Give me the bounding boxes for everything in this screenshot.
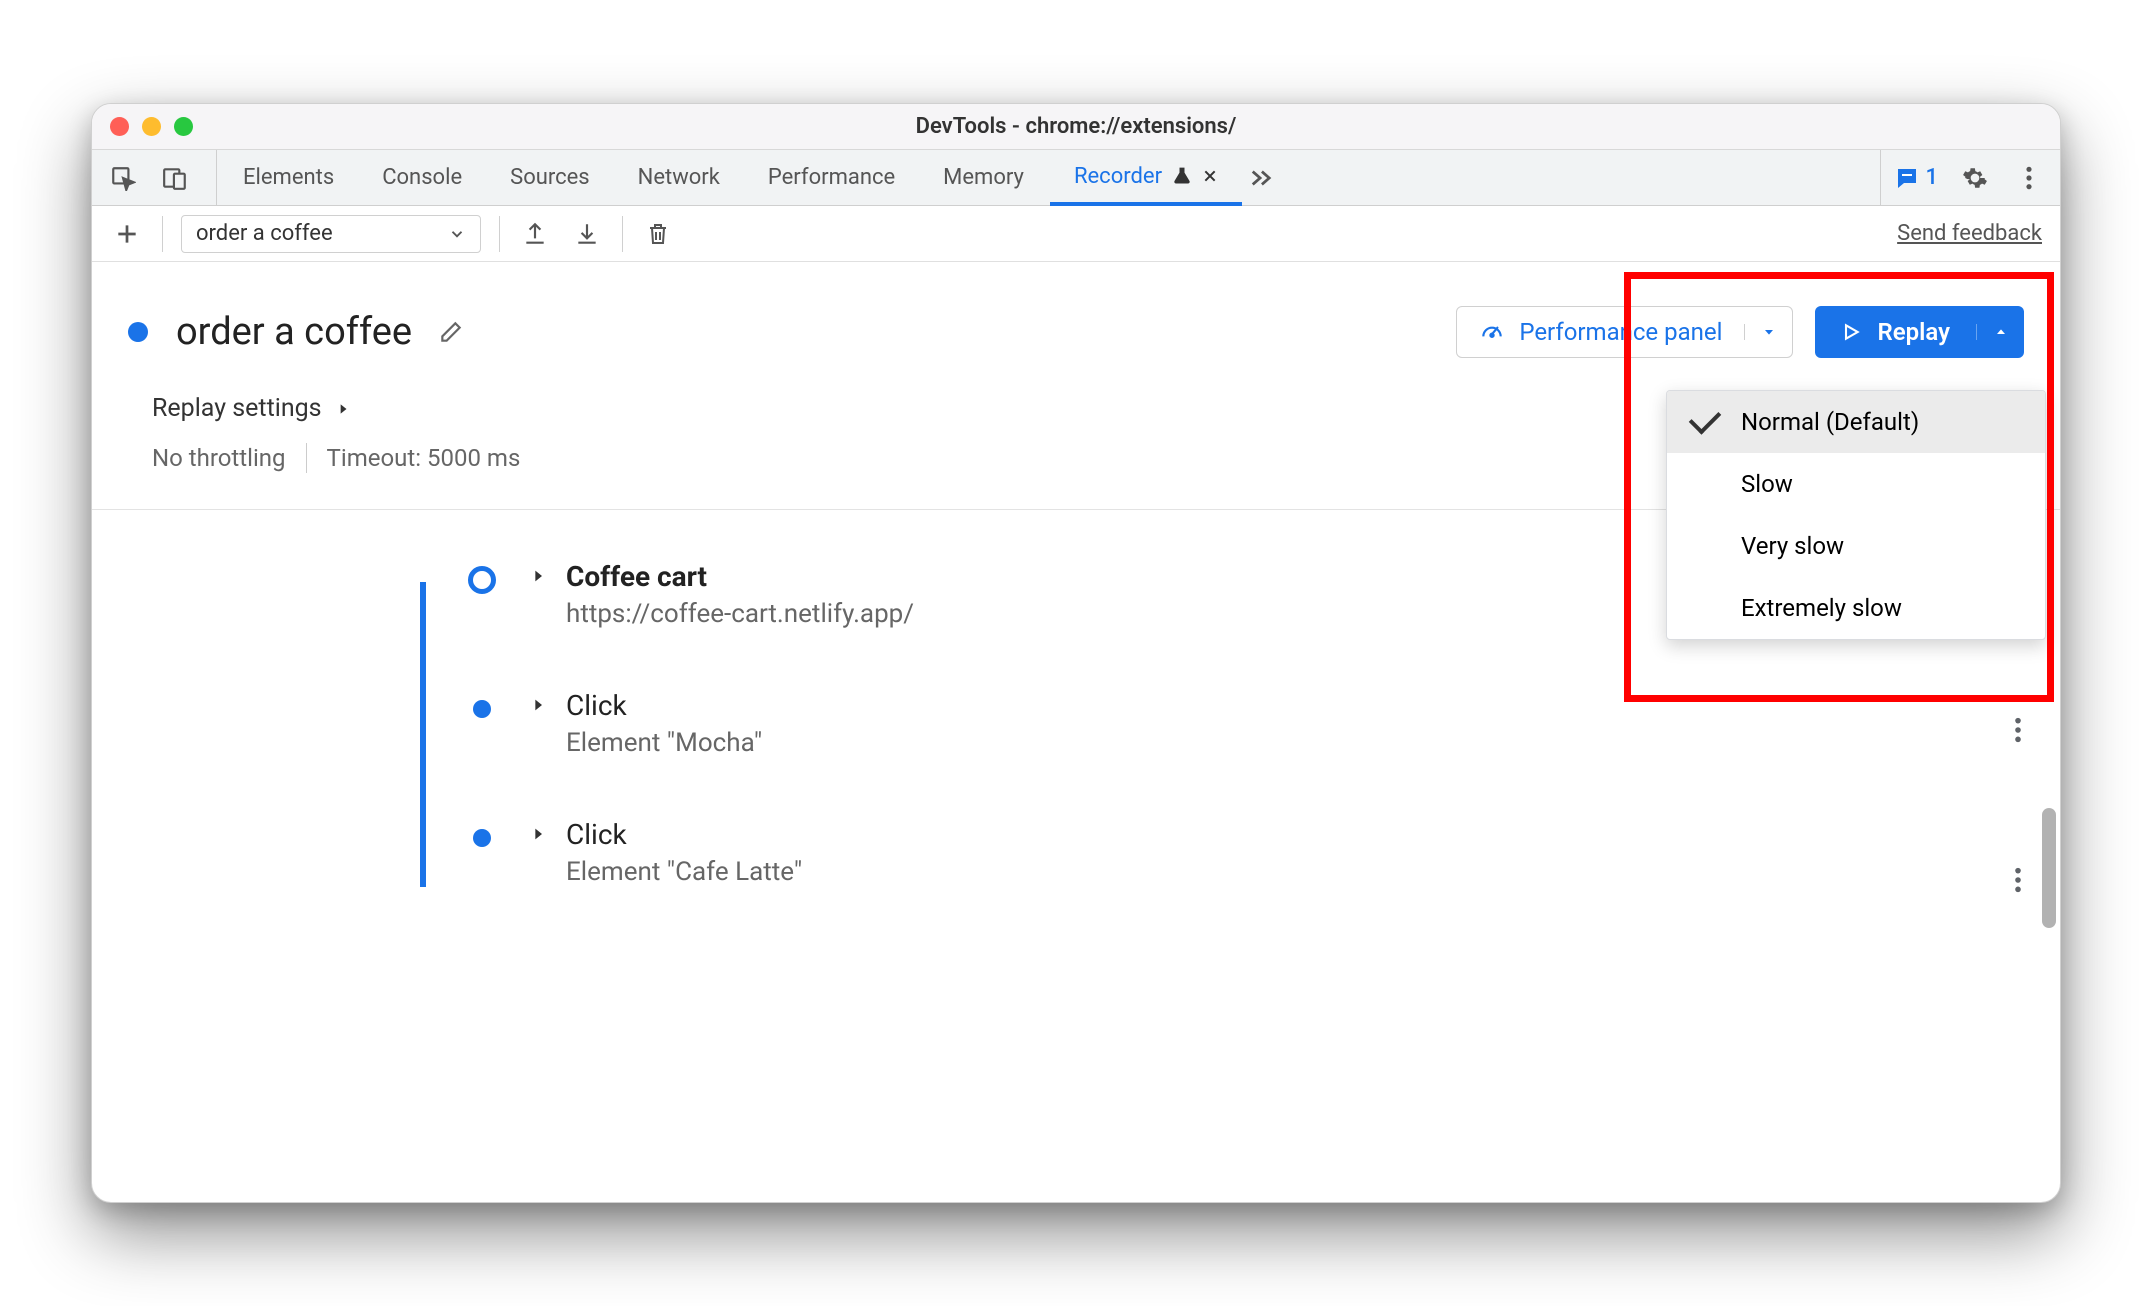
replay-speed-option[interactable]: Very slow bbox=[1667, 515, 2045, 577]
settings-icon[interactable] bbox=[1958, 161, 1992, 195]
replay-button-label: Replay bbox=[1877, 318, 1950, 346]
performance-panel-button[interactable]: Performance panel bbox=[1456, 306, 1793, 358]
tab-recorder-label: Recorder bbox=[1074, 164, 1162, 189]
tab-recorder[interactable]: Recorder bbox=[1050, 150, 1242, 206]
step-title: Click bbox=[566, 689, 762, 722]
import-icon[interactable] bbox=[570, 217, 604, 251]
step-item: Click Element "Mocha" bbox=[420, 689, 2000, 758]
step-item: Click Element "Cafe Latte" bbox=[420, 818, 2000, 887]
step-more-icon[interactable] bbox=[2014, 716, 2022, 748]
minimize-window-button[interactable] bbox=[142, 117, 161, 136]
chevron-down-icon bbox=[448, 225, 466, 243]
performance-panel-dropdown[interactable] bbox=[1744, 324, 1792, 340]
step-subtitle: Element "Cafe Latte" bbox=[566, 857, 802, 887]
devtools-window: DevTools - chrome://extensions/ Elements… bbox=[91, 103, 2061, 1203]
step-marker bbox=[468, 566, 496, 594]
divider bbox=[306, 443, 307, 473]
timeout-value: Timeout: 5000 ms bbox=[327, 444, 521, 472]
close-tab-icon[interactable] bbox=[1202, 168, 1218, 184]
replay-speed-option[interactable]: Normal (Default) bbox=[1667, 391, 2045, 453]
recording-header: order a coffee Performance panel Replay bbox=[92, 262, 2060, 394]
chevron-right-icon bbox=[336, 400, 350, 418]
replay-settings-label: Replay settings bbox=[152, 394, 322, 423]
recording-title: order a coffee bbox=[176, 310, 412, 354]
expand-step-icon[interactable] bbox=[530, 824, 546, 848]
tab-elements[interactable]: Elements bbox=[219, 150, 358, 205]
recorder-main: order a coffee Performance panel Replay bbox=[92, 262, 2060, 1202]
replay-button[interactable]: Replay bbox=[1815, 306, 2024, 358]
maximize-window-button[interactable] bbox=[174, 117, 193, 136]
edit-title-icon[interactable] bbox=[434, 315, 468, 349]
expand-step-icon[interactable] bbox=[530, 566, 546, 590]
performance-panel-label: Performance panel bbox=[1519, 318, 1722, 346]
scrollbar[interactable] bbox=[2042, 808, 2056, 928]
tab-network[interactable]: Network bbox=[614, 150, 744, 205]
send-feedback-link[interactable]: Send feedback bbox=[1897, 221, 2042, 246]
step-title: Click bbox=[566, 818, 802, 851]
recording-selector[interactable]: order a coffee bbox=[181, 215, 481, 253]
step-subtitle: Element "Mocha" bbox=[566, 728, 762, 758]
step-title: Coffee cart bbox=[566, 560, 914, 593]
throttling-value: No throttling bbox=[152, 444, 286, 472]
tab-memory[interactable]: Memory bbox=[919, 150, 1048, 205]
inspect-element-icon[interactable] bbox=[106, 161, 140, 195]
more-options-icon[interactable] bbox=[2012, 161, 2046, 195]
tab-performance[interactable]: Performance bbox=[744, 150, 919, 205]
play-icon bbox=[1841, 322, 1861, 342]
devtools-tabstrip: ElementsConsoleSourcesNetworkPerformance… bbox=[92, 150, 2060, 206]
issues-count: 1 bbox=[1925, 165, 1938, 190]
delete-icon[interactable] bbox=[641, 217, 675, 251]
step-subtitle: https://coffee-cart.netlify.app/ bbox=[566, 599, 914, 629]
gauge-icon bbox=[1479, 319, 1505, 345]
step-marker bbox=[468, 695, 496, 723]
recorder-toolbar: order a coffee Send feedback bbox=[92, 206, 2060, 262]
window-title: DevTools - chrome://extensions/ bbox=[92, 114, 2060, 139]
tab-sources[interactable]: Sources bbox=[486, 150, 614, 205]
titlebar: DevTools - chrome://extensions/ bbox=[92, 104, 2060, 150]
replay-speed-option[interactable]: Extremely slow bbox=[1667, 577, 2045, 639]
new-recording-icon[interactable] bbox=[110, 217, 144, 251]
replay-speed-option[interactable]: Slow bbox=[1667, 453, 2045, 515]
more-tabs-icon[interactable] bbox=[1244, 161, 1278, 195]
tab-console[interactable]: Console bbox=[358, 150, 486, 205]
export-icon[interactable] bbox=[518, 217, 552, 251]
flask-icon bbox=[1172, 166, 1192, 186]
replay-speed-menu: Normal (Default)SlowVery slowExtremely s… bbox=[1666, 390, 2046, 640]
step-marker bbox=[468, 824, 496, 852]
window-controls bbox=[110, 117, 193, 136]
issues-badge[interactable]: 1 bbox=[1895, 165, 1938, 190]
recording-status-dot bbox=[128, 322, 148, 342]
chat-icon bbox=[1895, 166, 1919, 190]
expand-step-icon[interactable] bbox=[530, 695, 546, 719]
close-window-button[interactable] bbox=[110, 117, 129, 136]
replay-speed-dropdown[interactable] bbox=[1976, 324, 2024, 340]
step-more-icon[interactable] bbox=[2014, 866, 2022, 898]
device-toolbar-icon[interactable] bbox=[158, 161, 192, 195]
recording-selector-value: order a coffee bbox=[196, 221, 333, 246]
